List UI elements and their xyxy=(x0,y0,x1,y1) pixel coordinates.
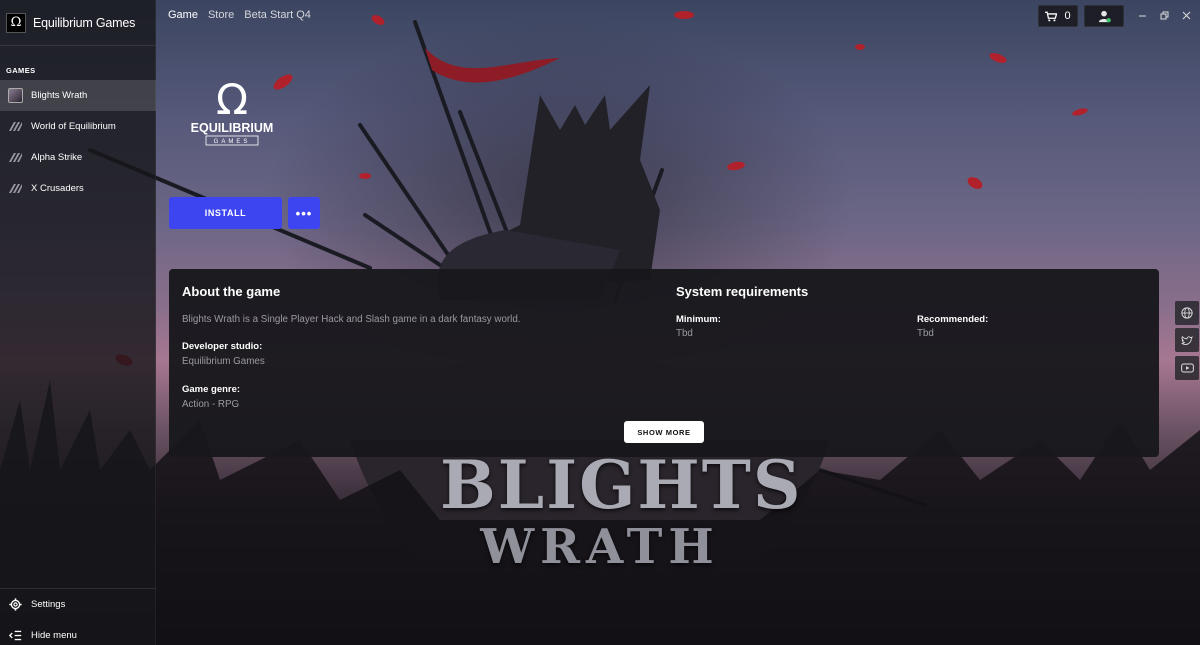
more-options-button[interactable]: ••• xyxy=(288,197,320,229)
sidebar-item-x-crusaders[interactable]: X Crusaders xyxy=(0,173,156,204)
game-title-line1: BLIGHTS xyxy=(440,446,803,524)
game-cover-thumbnail-icon xyxy=(8,88,23,103)
striped-logo-icon xyxy=(9,184,22,193)
minimum-value: Tbd xyxy=(676,328,693,339)
youtube-icon xyxy=(1180,363,1194,373)
sidebar: Ω Equilibrium Games GAMES Blights Wrath … xyxy=(0,0,156,645)
settings-label: Settings xyxy=(31,598,66,610)
user-icon xyxy=(1098,10,1111,22)
omega-logo-icon: Ω xyxy=(6,12,26,33)
striped-logo-icon xyxy=(9,153,22,162)
cart-icon xyxy=(1045,11,1058,21)
recommended-label: Recommended: xyxy=(917,314,989,325)
genre-value: Action - RPG xyxy=(182,399,240,410)
studio-logo: Ω EQUILIBRIUM GAMES xyxy=(188,75,276,150)
minimum-label: Minimum: xyxy=(676,314,721,325)
tab-game[interactable]: Game xyxy=(168,9,198,21)
equilibrium-logo-icon: Ω EQUILIBRIUM GAMES xyxy=(191,75,274,146)
recommended-value: Tbd xyxy=(917,328,934,339)
tab-beta-start[interactable]: Beta Start Q4 xyxy=(244,9,311,21)
restore-icon xyxy=(1160,11,1168,19)
twitter-link[interactable] xyxy=(1175,328,1199,352)
sidebar-item-label: X Crusaders xyxy=(31,183,84,194)
sidebar-item-label: Alpha Strike xyxy=(31,152,83,163)
website-link[interactable] xyxy=(1175,301,1199,325)
about-heading: About the game xyxy=(182,284,281,299)
game-info-panel: About the game Blights Wrath is a Single… xyxy=(169,269,1159,457)
cart-count: 0 xyxy=(1064,10,1071,22)
sidebar-item-label: Blights Wrath xyxy=(31,90,88,101)
globe-icon xyxy=(1181,307,1193,319)
close-button[interactable] xyxy=(1175,5,1197,25)
developer-value: Equilibrium Games xyxy=(182,356,265,367)
game-title-line2: WRATH xyxy=(480,519,720,575)
requirements-heading: System requirements xyxy=(676,284,809,299)
collapse-menu-icon xyxy=(9,630,22,640)
sidebar-item-world-of-equilibrium[interactable]: World of Equilibrium xyxy=(0,111,156,142)
sidebar-item-alpha-strike[interactable]: Alpha Strike xyxy=(0,142,156,173)
hide-menu-label: Hide menu xyxy=(31,629,77,641)
logo-glyph: Ω xyxy=(216,80,248,124)
settings-button[interactable]: Settings xyxy=(0,592,156,616)
logo-subword: GAMES xyxy=(214,139,251,145)
game-description: Blights Wrath is a Single Player Hack an… xyxy=(182,314,521,325)
minimize-button[interactable] xyxy=(1131,5,1153,25)
genre-label: Game genre: xyxy=(182,384,241,395)
minimize-icon xyxy=(1138,15,1146,16)
profile-button[interactable] xyxy=(1084,5,1124,27)
twitter-icon xyxy=(1181,335,1193,345)
hide-menu-button[interactable]: Hide menu xyxy=(0,623,156,645)
sidebar-footer xyxy=(0,588,156,589)
game-title-artwork: BLIGHTS WRATH xyxy=(440,446,803,575)
developer-label: Developer studio: xyxy=(182,341,263,352)
cart-button[interactable]: 0 xyxy=(1038,5,1078,27)
gear-icon xyxy=(9,597,22,611)
app-title: Equilibrium Games xyxy=(33,15,136,30)
tab-store[interactable]: Store xyxy=(208,9,234,21)
top-navigation: Game Store Beta Start Q4 xyxy=(168,9,311,21)
youtube-link[interactable] xyxy=(1175,356,1199,380)
striped-logo-icon xyxy=(9,122,22,131)
install-button[interactable]: INSTALL xyxy=(169,197,282,229)
restore-button[interactable] xyxy=(1153,5,1175,25)
sidebar-item-blights-wrath[interactable]: Blights Wrath xyxy=(0,80,156,111)
brand[interactable]: Ω Equilibrium Games xyxy=(0,0,155,46)
sidebar-item-label: World of Equilibrium xyxy=(31,121,116,132)
show-more-button[interactable]: SHOW MORE xyxy=(624,421,704,443)
logo-word: EQUILIBRIUM xyxy=(191,121,274,135)
close-icon xyxy=(1182,11,1190,19)
